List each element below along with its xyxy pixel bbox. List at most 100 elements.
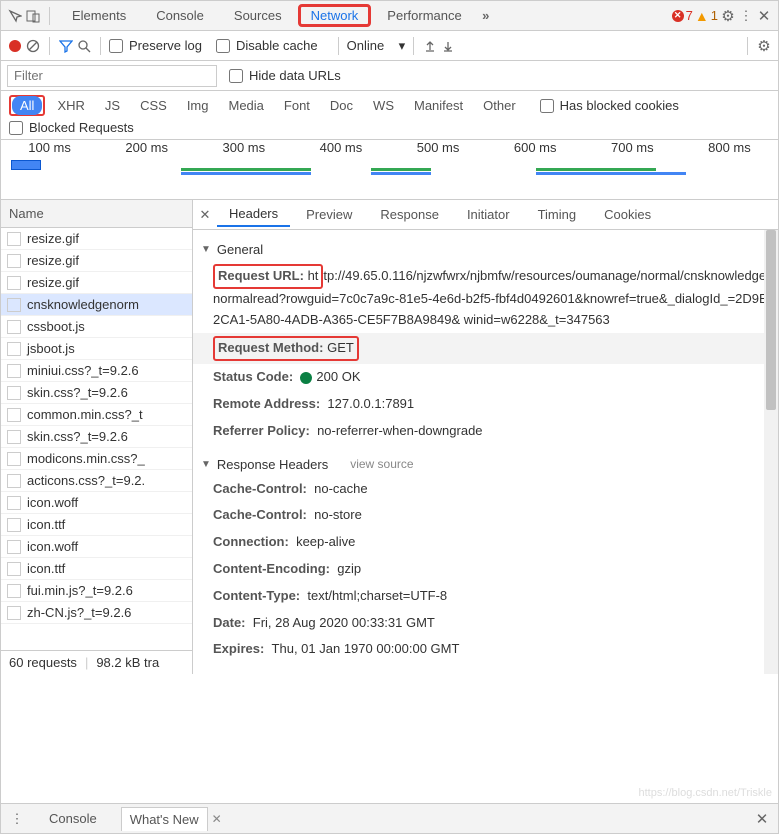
type-xhr[interactable]: XHR [49,96,92,115]
more-tabs-icon[interactable]: » [478,8,494,24]
file-icon [7,276,21,290]
tick: 700 ms [611,140,654,155]
section-response-headers[interactable]: ▼Response Headersview source [201,453,770,476]
subtab-preview[interactable]: Preview [294,203,364,226]
request-row[interactable]: modicons.min.css?_ [1,448,192,470]
type-media[interactable]: Media [220,96,271,115]
watermark: https://blog.csdn.net/Triskle [639,787,773,799]
request-row[interactable]: icon.woff [1,536,192,558]
settings-icon[interactable]: ⚙ [720,8,736,24]
type-doc[interactable]: Doc [322,96,361,115]
file-icon [7,584,21,598]
filter-input[interactable] [7,65,217,87]
timeline-overview[interactable]: 100 ms 200 ms 300 ms 400 ms 500 ms 600 m… [1,140,778,200]
tab-console[interactable]: Console [142,4,218,27]
drawer-tab-console[interactable]: Console [41,807,105,830]
header-value: gzip [337,561,361,576]
throttle-select[interactable]: Online ▾ [347,38,406,54]
preserve-log-checkbox[interactable]: Preserve log [109,38,202,53]
remote-address-label: Remote Address: [213,396,320,411]
disable-cache-checkbox[interactable]: Disable cache [216,38,318,53]
request-row[interactable]: icon.ttf [1,514,192,536]
request-row[interactable]: skin.css?_t=9.2.6 [1,382,192,404]
request-row[interactable]: resize.gif [1,272,192,294]
request-row[interactable]: fui.min.js?_t=9.2.6 [1,580,192,602]
search-icon[interactable] [76,38,92,54]
error-badge[interactable]: ✕7 [672,8,693,23]
blocked-requests-checkbox[interactable]: Blocked Requests [9,120,758,135]
subtab-response[interactable]: Response [368,203,451,226]
header-value: Fri, 28 Aug 2020 00:33:31 GMT [253,615,435,630]
tab-network[interactable]: Network [305,6,365,25]
detail-scrollbar[interactable] [764,230,778,674]
request-row[interactable]: acticons.css?_t=9.2. [1,470,192,492]
name-column-header[interactable]: Name [1,200,192,228]
request-row[interactable]: common.min.css?_t [1,404,192,426]
close-drawer-tab-icon[interactable]: ✕ [212,812,222,826]
header-value: no-store [314,507,362,522]
request-count: 60 requests [9,655,77,670]
request-row[interactable]: jsboot.js [1,338,192,360]
type-other[interactable]: Other [475,96,524,115]
hide-data-urls-checkbox[interactable]: Hide data URLs [229,68,341,83]
view-source-link[interactable]: view source [350,457,413,471]
subtab-timing[interactable]: Timing [526,203,589,226]
request-row[interactable]: skin.css?_t=9.2.6 [1,426,192,448]
file-icon [7,408,21,422]
warn-badge[interactable]: ▲1 [695,8,718,24]
request-name: resize.gif [27,231,79,246]
request-name: modicons.min.css?_ [27,451,145,466]
request-row[interactable]: resize.gif [1,228,192,250]
kebab-icon[interactable]: ⋮ [738,8,754,24]
drawer-kebab-icon[interactable]: ⋮ [9,811,25,827]
file-icon [7,496,21,510]
clear-icon[interactable] [25,38,41,54]
download-icon[interactable] [440,38,456,54]
filter-icon[interactable] [58,38,74,54]
close-devtools-icon[interactable]: ✕ [756,8,772,24]
request-name: fui.min.js?_t=9.2.6 [27,583,133,598]
request-row[interactable]: cssboot.js [1,316,192,338]
network-settings-icon[interactable]: ⚙ [756,38,772,54]
tick: 400 ms [320,140,363,155]
request-name: zh-CN.js?_t=9.2.6 [27,605,131,620]
request-row[interactable]: miniui.css?_t=9.2.6 [1,360,192,382]
inspect-icon[interactable] [7,8,23,24]
request-row[interactable]: cnsknowledgenorm [1,294,192,316]
subtab-headers[interactable]: Headers [217,202,290,227]
type-img[interactable]: Img [179,96,217,115]
close-drawer-icon[interactable]: ✕ [754,811,770,827]
tab-elements[interactable]: Elements [58,4,140,27]
header-value: keep-alive [296,534,355,549]
type-js[interactable]: JS [97,96,128,115]
type-font[interactable]: Font [276,96,318,115]
transfer-size: 98.2 kB tra [96,655,159,670]
device-icon[interactable] [25,8,41,24]
request-method-value: GET [327,340,354,355]
type-css[interactable]: CSS [132,96,175,115]
subtab-cookies[interactable]: Cookies [592,203,663,226]
type-manifest[interactable]: Manifest [406,96,471,115]
record-icon[interactable] [7,38,23,54]
tab-performance[interactable]: Performance [373,4,475,27]
tab-sources[interactable]: Sources [220,4,296,27]
close-details-icon[interactable]: ✕ [197,207,213,223]
request-url-label: Request URL: [218,268,304,283]
file-icon [7,364,21,378]
header-key: Cache-Control: [213,507,307,522]
file-icon [7,298,21,312]
file-icon [7,452,21,466]
type-ws[interactable]: WS [365,96,402,115]
request-name: resize.gif [27,253,79,268]
subtab-initiator[interactable]: Initiator [455,203,522,226]
section-general[interactable]: ▼General [201,238,770,261]
referrer-policy-value: no-referrer-when-downgrade [317,423,482,438]
request-row[interactable]: zh-CN.js?_t=9.2.6 [1,602,192,624]
upload-icon[interactable] [422,38,438,54]
has-blocked-cookies-checkbox[interactable]: Has blocked cookies [540,98,679,113]
request-row[interactable]: icon.ttf [1,558,192,580]
type-all[interactable]: All [12,96,42,115]
request-row[interactable]: resize.gif [1,250,192,272]
request-row[interactable]: icon.woff [1,492,192,514]
drawer-tab-whatsnew[interactable]: What's New [121,807,208,831]
